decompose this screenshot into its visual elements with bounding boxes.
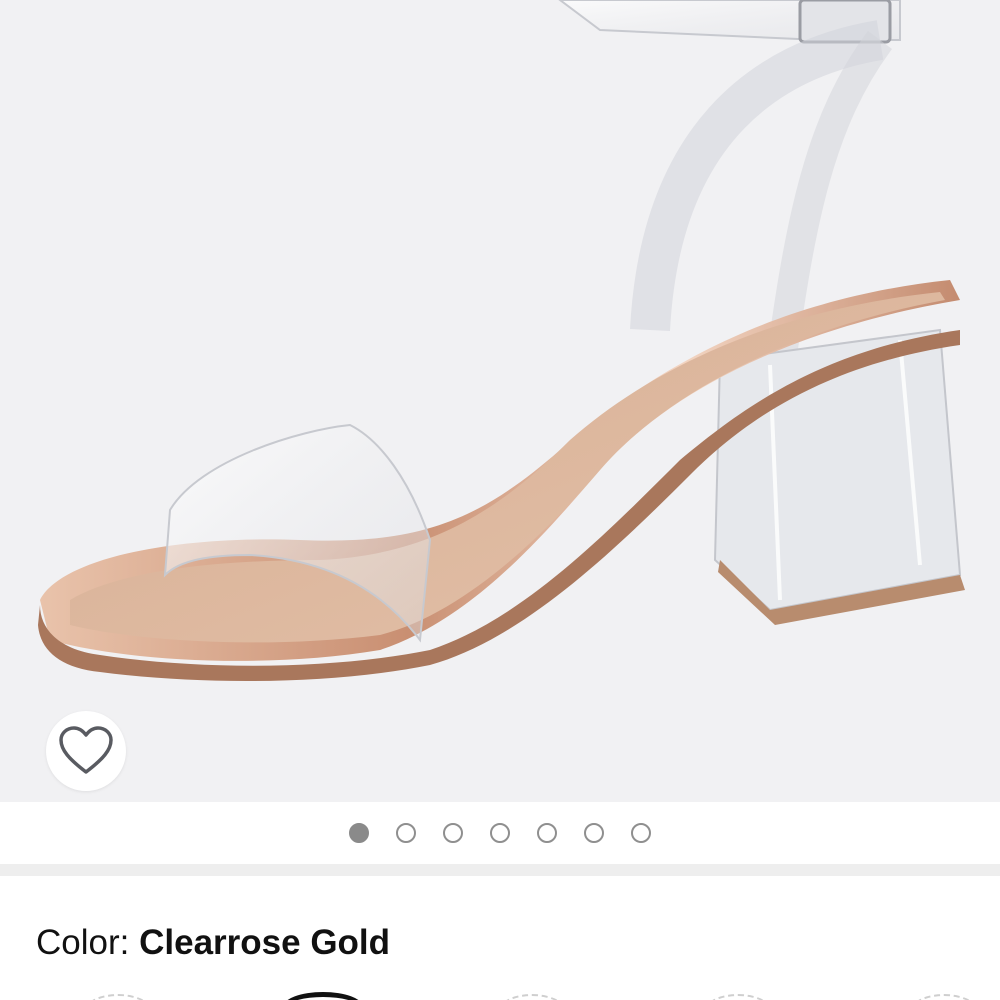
color-selection: Color: Clearrose Gold <box>36 920 390 966</box>
section-divider <box>0 864 1000 876</box>
pagination-dot-7[interactable] <box>631 823 651 843</box>
color-swatch-3[interactable] <box>500 994 564 1000</box>
color-swatch-4[interactable] <box>706 994 770 1000</box>
color-value: Clearrose Gold <box>139 923 391 962</box>
pagination-dot-6[interactable] <box>584 823 604 843</box>
pagination-dot-3[interactable] <box>443 823 463 843</box>
pagination-dot-1[interactable] <box>349 823 369 843</box>
heart-outline-icon <box>59 726 113 774</box>
pagination-dot-2[interactable] <box>396 823 416 843</box>
pagination-dot-4[interactable] <box>490 823 510 843</box>
product-image[interactable] <box>0 0 1000 802</box>
color-swatch-1[interactable] <box>86 994 150 1000</box>
pagination-dot-5[interactable] <box>537 823 557 843</box>
color-swatches <box>0 988 1000 1000</box>
product-image-gallery[interactable] <box>0 0 1000 802</box>
color-swatch-2[interactable] <box>283 992 363 1000</box>
wishlist-button[interactable] <box>46 711 126 791</box>
image-pagination <box>0 802 1000 864</box>
color-label: Color: <box>36 923 130 962</box>
color-swatch-5[interactable] <box>912 994 976 1000</box>
